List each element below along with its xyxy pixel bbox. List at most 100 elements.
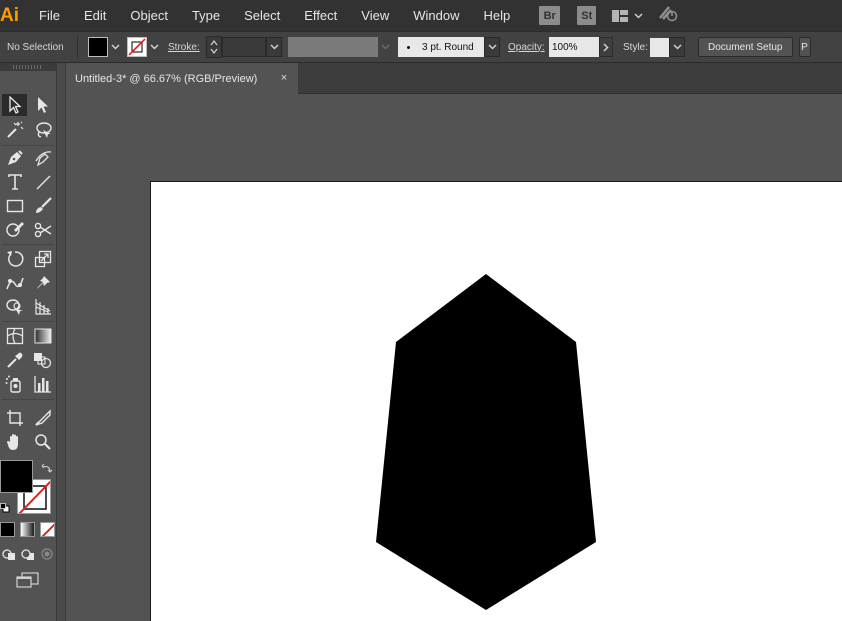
selection-tool[interactable] bbox=[2, 94, 27, 116]
chevron-down-icon bbox=[672, 44, 682, 50]
perspective-grid-tool-icon bbox=[34, 299, 51, 315]
menu-view[interactable]: View bbox=[348, 0, 400, 31]
toolbox-grip[interactable] bbox=[13, 65, 43, 69]
menu-file[interactable]: File bbox=[26, 0, 71, 31]
variable-width-profile-field[interactable] bbox=[288, 37, 378, 57]
column-graph-tool-icon bbox=[33, 376, 51, 393]
opacity-label[interactable]: Opacity: bbox=[508, 42, 549, 53]
line-segment-tool-icon bbox=[36, 175, 50, 190]
hexagon-path[interactable] bbox=[376, 274, 596, 610]
toolbox bbox=[0, 63, 57, 621]
shaper-tool[interactable] bbox=[2, 219, 27, 241]
mesh-tool[interactable] bbox=[2, 325, 27, 347]
artboard-tool[interactable] bbox=[2, 407, 27, 429]
toolbox-header[interactable] bbox=[0, 63, 56, 71]
scissors-tool[interactable] bbox=[30, 219, 55, 241]
column-graph-tool[interactable] bbox=[30, 373, 55, 395]
menu-window[interactable]: Window bbox=[400, 0, 470, 31]
screen-mode-button[interactable] bbox=[16, 572, 40, 593]
pen-tool[interactable] bbox=[2, 147, 27, 169]
default-fill-stroke-button[interactable] bbox=[0, 500, 10, 518]
toolbox-panel-edge bbox=[57, 63, 66, 621]
menu-help[interactable]: Help bbox=[470, 0, 521, 31]
stroke-weight-dropdown[interactable] bbox=[266, 37, 282, 57]
stock-button[interactable]: St bbox=[577, 6, 597, 25]
stroke-dropdown[interactable] bbox=[147, 37, 161, 57]
hand-tool[interactable] bbox=[2, 431, 27, 453]
brush-definition-field[interactable]: 3 pt. Round bbox=[398, 37, 484, 57]
brush-dropdown[interactable] bbox=[484, 37, 500, 57]
gradient-tool[interactable] bbox=[30, 325, 55, 347]
paintbrush-tool-icon bbox=[35, 197, 52, 213]
rotate-tool-icon bbox=[6, 251, 23, 267]
paintbrush-tool[interactable] bbox=[30, 195, 55, 217]
scale-tool[interactable] bbox=[30, 248, 55, 270]
menu-edit[interactable]: Edit bbox=[71, 0, 117, 31]
chevron-down-icon bbox=[634, 12, 643, 19]
stroke-color-swatch[interactable] bbox=[127, 37, 147, 57]
stroke-label[interactable]: Stroke: bbox=[168, 42, 206, 53]
swap-fill-stroke-button[interactable] bbox=[41, 462, 53, 480]
direct-selection-tool[interactable] bbox=[30, 94, 55, 116]
document-tab-title: Untitled-3* @ 66.67% (RGB/Preview) bbox=[75, 72, 258, 85]
menu-type[interactable]: Type bbox=[179, 0, 231, 31]
toolbox-divider bbox=[2, 399, 54, 400]
close-icon[interactable]: × bbox=[278, 72, 290, 84]
pin-tool[interactable] bbox=[30, 272, 55, 294]
pen-tool-icon bbox=[7, 150, 23, 165]
stroke-weight-field[interactable] bbox=[222, 37, 266, 57]
document-tab[interactable]: Untitled-3* @ 66.67% (RGB/Preview) × bbox=[66, 63, 298, 94]
variable-width-dropdown[interactable] bbox=[378, 37, 392, 57]
canvas[interactable] bbox=[66, 94, 842, 621]
stroke-weight-stepper[interactable] bbox=[206, 36, 222, 58]
zoom-tool[interactable] bbox=[30, 431, 55, 453]
line-segment-tool[interactable] bbox=[30, 171, 55, 193]
slice-tool-icon bbox=[34, 409, 51, 426]
artboard[interactable] bbox=[150, 181, 842, 621]
fill-swatch-large[interactable] bbox=[0, 460, 33, 493]
opacity-expand-button[interactable] bbox=[599, 37, 613, 57]
gpu-performance-icon[interactable] bbox=[657, 4, 679, 27]
mesh-tool-icon bbox=[6, 327, 23, 345]
graphic-style-dropdown[interactable] bbox=[669, 37, 685, 57]
selection-status-label: No Selection bbox=[7, 41, 64, 53]
none-mode-button[interactable] bbox=[40, 522, 55, 537]
menu-object[interactable]: Object bbox=[117, 0, 179, 31]
app-logo: Ai bbox=[0, 4, 19, 26]
curvature-tool[interactable] bbox=[30, 147, 55, 169]
lasso-tool[interactable] bbox=[30, 119, 55, 141]
type-tool[interactable] bbox=[2, 171, 27, 193]
rectangle-tool[interactable] bbox=[2, 195, 27, 217]
rotate-tool[interactable] bbox=[2, 248, 27, 270]
gradient-mode-button[interactable] bbox=[20, 522, 35, 537]
graphic-style-swatch[interactable] bbox=[650, 37, 669, 57]
document-setup-button[interactable]: Document Setup bbox=[698, 37, 793, 57]
menu-effect[interactable]: Effect bbox=[291, 0, 348, 31]
chevron-down-icon bbox=[380, 44, 390, 50]
symbol-sprayer-tool[interactable] bbox=[2, 373, 27, 395]
fill-dropdown[interactable] bbox=[108, 37, 122, 57]
color-mode-button[interactable] bbox=[0, 522, 15, 537]
arrange-documents-button[interactable] bbox=[612, 9, 643, 22]
shape-builder-tool[interactable] bbox=[2, 296, 27, 318]
puppet-warp-tool[interactable] bbox=[2, 272, 27, 294]
draw-inside-button[interactable] bbox=[40, 547, 54, 566]
perspective-grid-tool[interactable] bbox=[30, 296, 55, 318]
gradient-tool-icon bbox=[34, 328, 51, 344]
draw-behind-button[interactable] bbox=[21, 547, 35, 566]
pin-tool-icon bbox=[36, 276, 50, 289]
bridge-button[interactable]: Br bbox=[539, 6, 561, 25]
blend-tool[interactable] bbox=[30, 349, 55, 371]
draw-normal-button[interactable] bbox=[2, 547, 16, 566]
hexagon-shape[interactable] bbox=[374, 274, 598, 610]
opacity-field[interactable]: 100% bbox=[549, 37, 599, 57]
eyedropper-tool[interactable] bbox=[2, 349, 27, 371]
magic-wand-tool[interactable] bbox=[2, 119, 27, 141]
menu-select[interactable]: Select bbox=[231, 0, 291, 31]
slice-tool[interactable] bbox=[30, 407, 55, 429]
blend-tool-icon bbox=[33, 353, 51, 369]
fill-color-swatch[interactable] bbox=[88, 37, 108, 57]
rectangle-tool-icon bbox=[6, 199, 23, 213]
direct-selection-tool-icon bbox=[37, 97, 48, 113]
preferences-button[interactable]: P bbox=[798, 37, 811, 57]
